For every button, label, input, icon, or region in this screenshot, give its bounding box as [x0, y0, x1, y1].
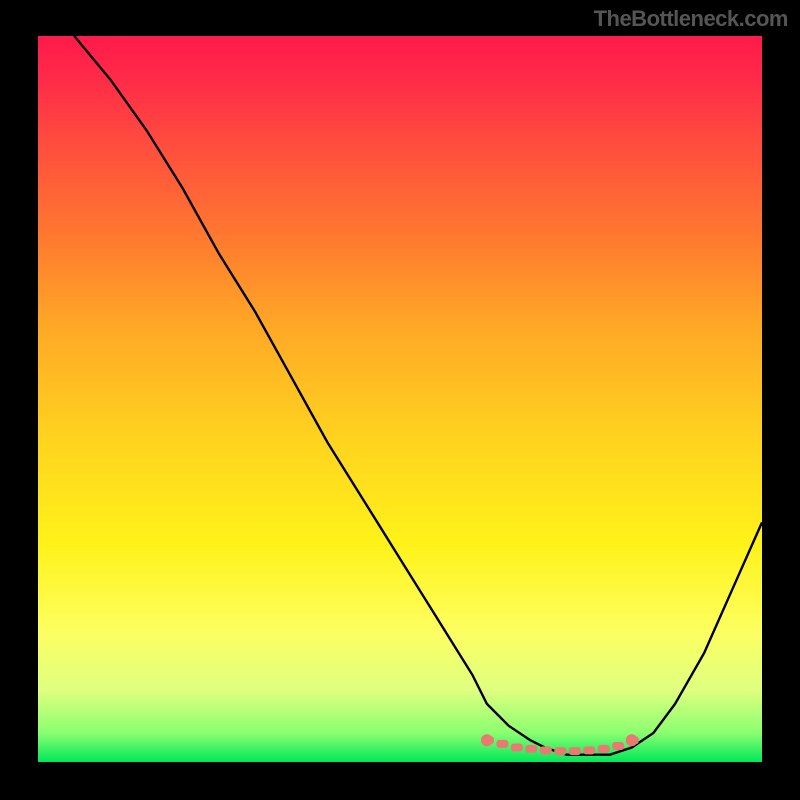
marker-dot: [583, 746, 595, 754]
marker-dot: [598, 745, 610, 753]
marker-dot: [525, 745, 537, 753]
plot-area: [38, 36, 762, 762]
marker-end: [626, 734, 638, 746]
marker-dot: [540, 746, 552, 754]
chart-container: TheBottleneck.com: [0, 0, 800, 800]
marker-dot: [496, 740, 508, 748]
marker-dot: [612, 742, 624, 750]
marker-dot: [511, 744, 523, 752]
watermark-text: TheBottleneck.com: [594, 6, 788, 32]
marker-dot: [554, 747, 566, 755]
marker-dot: [569, 747, 581, 755]
bottleneck-curve: [74, 36, 762, 755]
marker-end: [481, 734, 493, 746]
chart-svg: [38, 36, 762, 762]
